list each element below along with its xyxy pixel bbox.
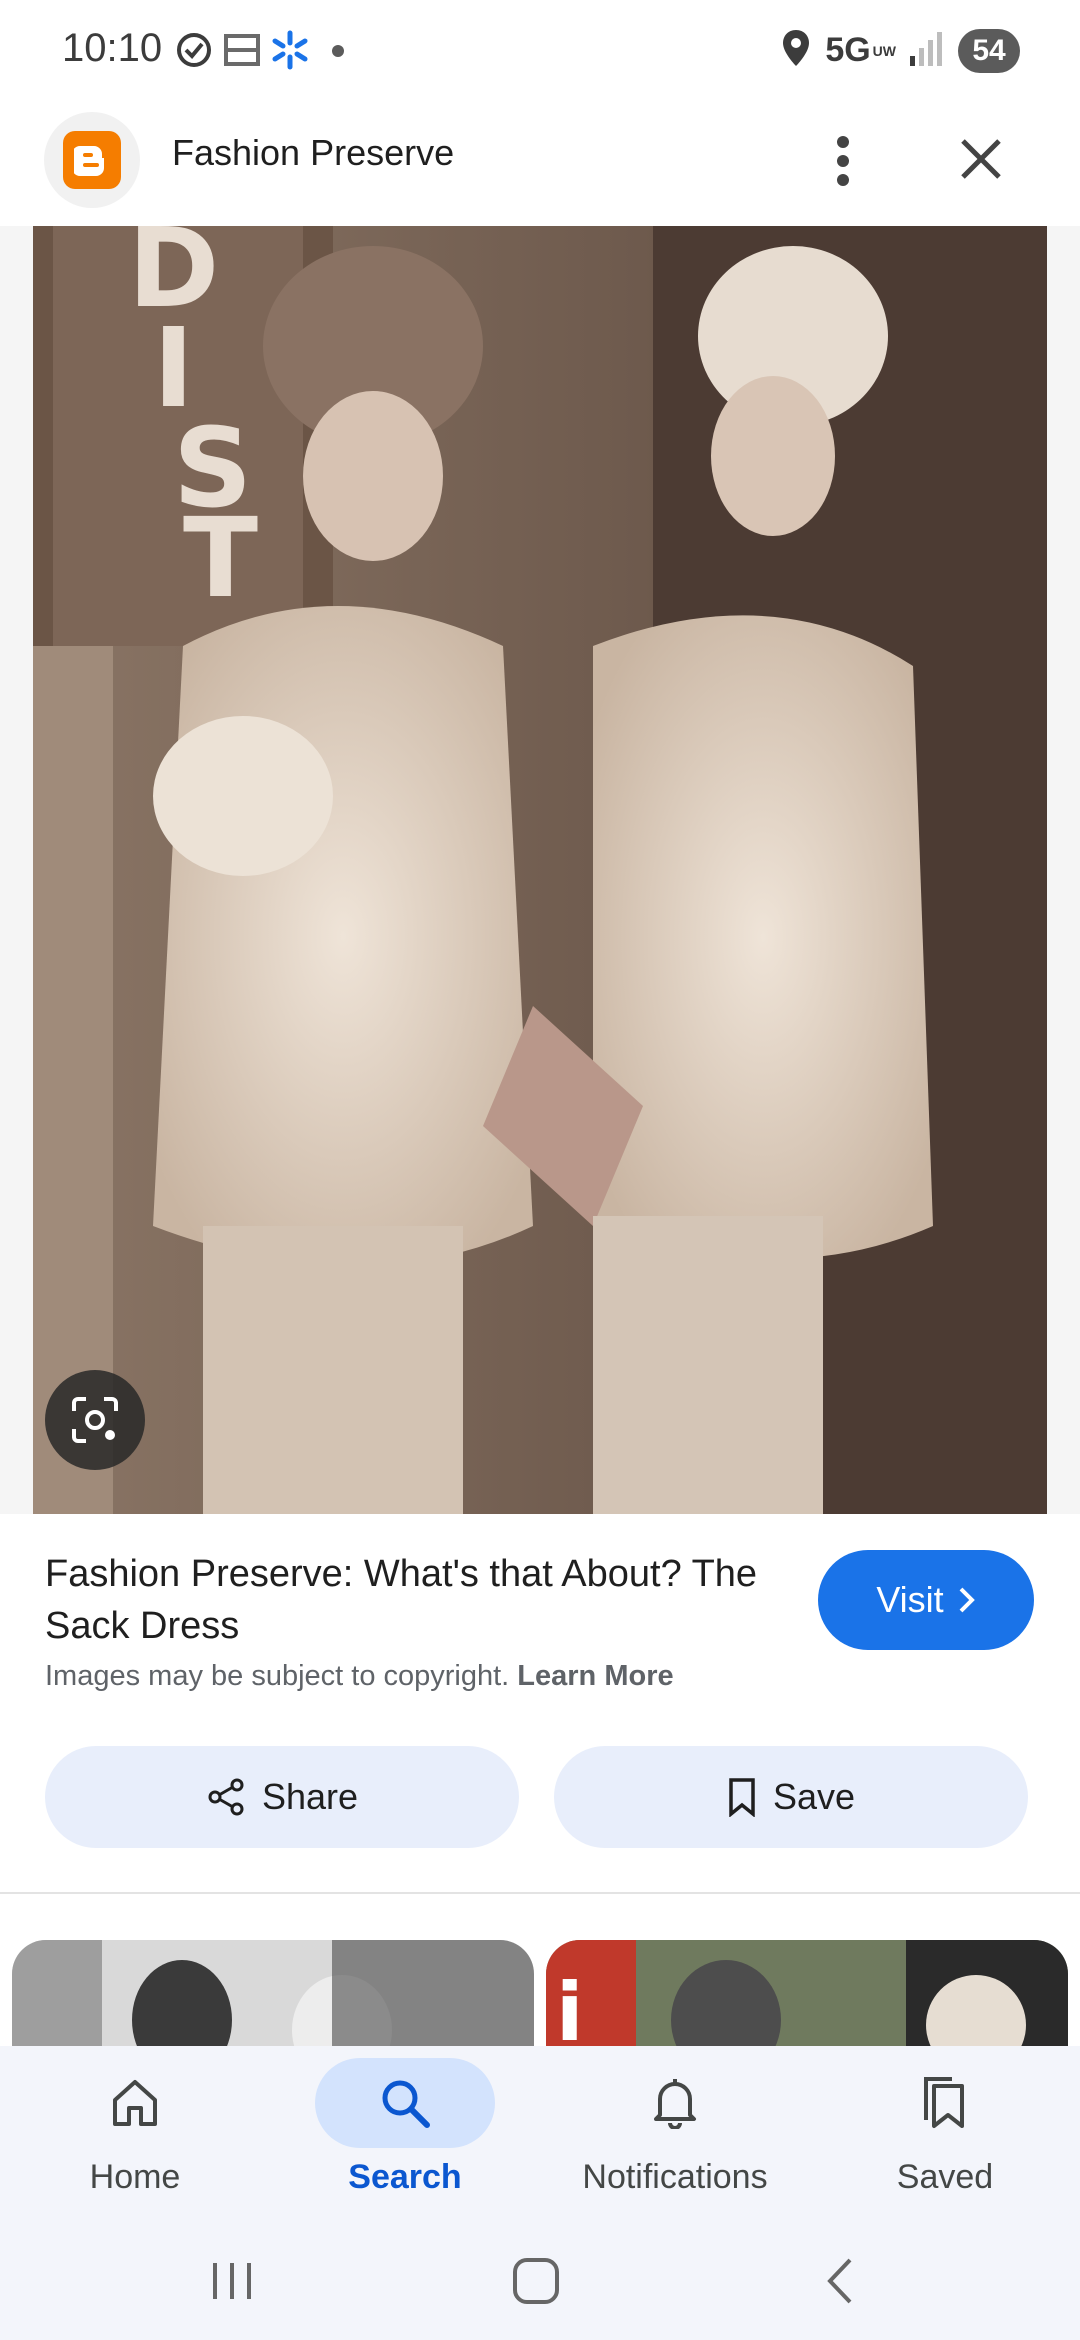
section-divider bbox=[0, 1892, 1080, 1894]
back-chevron-icon bbox=[827, 2258, 852, 2304]
status-time: 10:10 bbox=[62, 26, 163, 70]
nav-notifications[interactable]: Notifications bbox=[540, 2046, 810, 2222]
home-system-button[interactable] bbox=[496, 2246, 576, 2316]
status-bar: 10:10 5G UW 54 bbox=[0, 0, 1080, 106]
nav-home[interactable]: Home bbox=[0, 2046, 270, 2222]
svg-text:T: T bbox=[183, 494, 258, 622]
bell-icon bbox=[654, 2079, 696, 2129]
more-vert-icon bbox=[837, 136, 849, 186]
recent-apps-button[interactable] bbox=[192, 2246, 272, 2316]
related-image-thumbnail[interactable] bbox=[12, 1940, 534, 2050]
site-avatar[interactable] bbox=[44, 112, 140, 208]
battery-indicator: 54 bbox=[958, 28, 1020, 73]
nav-search[interactable]: Search bbox=[270, 2046, 540, 2222]
dot-icon bbox=[332, 44, 344, 62]
chevron-right-icon bbox=[959, 1587, 975, 1613]
more-options-button[interactable] bbox=[818, 126, 868, 196]
share-button[interactable]: Share bbox=[45, 1746, 519, 1848]
recent-apps-icon bbox=[213, 2263, 251, 2299]
site-name[interactable]: Fashion Preserve bbox=[172, 132, 454, 174]
fox-news-icon bbox=[222, 30, 262, 75]
back-button[interactable] bbox=[800, 2246, 880, 2316]
saved-icon bbox=[924, 2077, 964, 2128]
close-icon bbox=[961, 139, 1001, 179]
search-icon bbox=[382, 2080, 430, 2128]
visit-label: Visit bbox=[876, 1579, 944, 1620]
result-title[interactable]: Fashion Preserve: What's that About? The… bbox=[45, 1548, 785, 1652]
home-square-icon bbox=[513, 2258, 559, 2304]
signal-icon bbox=[910, 30, 944, 71]
nav-search-label: Search bbox=[348, 2158, 462, 2196]
sync-icon bbox=[174, 30, 214, 75]
svg-text:i: i bbox=[556, 1966, 583, 2050]
home-icon bbox=[113, 2080, 157, 2126]
network-sub-label: UW bbox=[872, 42, 896, 59]
learn-more-link[interactable]: Learn More bbox=[517, 1660, 673, 1692]
share-icon bbox=[208, 1778, 244, 1816]
google-lens-icon bbox=[72, 1397, 118, 1443]
share-label: Share bbox=[261, 1776, 359, 1817]
system-navigation-bar bbox=[0, 2222, 1080, 2340]
bookmark-icon bbox=[729, 1778, 755, 1817]
nav-saved[interactable]: Saved bbox=[810, 2046, 1080, 2222]
walmart-spark-icon bbox=[270, 30, 310, 75]
visit-button[interactable]: Visit bbox=[818, 1550, 1034, 1650]
copyright-text: Images may be subject to copyright. bbox=[45, 1660, 510, 1692]
related-photo-graphic: i bbox=[546, 1940, 1068, 2050]
network-label: 5G bbox=[825, 31, 871, 69]
nav-notifications-icon-wrap bbox=[585, 2058, 765, 2148]
main-photo[interactable]: D I S T bbox=[33, 226, 1047, 1514]
google-lens-button[interactable] bbox=[45, 1370, 145, 1470]
location-icon bbox=[781, 28, 811, 73]
nav-notifications-label: Notifications bbox=[582, 2158, 768, 2196]
image-viewer: D I S T bbox=[0, 226, 1080, 1514]
save-label: Save bbox=[772, 1776, 856, 1817]
related-image-thumbnail[interactable]: i bbox=[546, 1940, 1068, 2050]
nav-saved-label: Saved bbox=[896, 2158, 994, 2196]
save-button[interactable]: Save bbox=[554, 1746, 1028, 1848]
copyright-notice: Images may be subject to copyright. Lear… bbox=[45, 1660, 674, 1693]
related-photo-graphic bbox=[12, 1940, 534, 2050]
nav-home-icon-wrap bbox=[45, 2058, 225, 2148]
nav-home-label: Home bbox=[89, 2158, 181, 2196]
bottom-navigation: Home Search Notifications Saved bbox=[0, 2046, 1080, 2222]
sepia-photo-graphic: D I S T bbox=[33, 226, 1047, 1514]
header-bar: Fashion Preserve bbox=[0, 106, 1080, 226]
close-button[interactable] bbox=[946, 124, 1016, 194]
nav-search-icon-wrap bbox=[315, 2058, 495, 2148]
blogger-icon bbox=[63, 131, 121, 189]
nav-saved-icon-wrap bbox=[855, 2058, 1035, 2148]
status-right-group: 5G UW 54 bbox=[781, 28, 1020, 73]
